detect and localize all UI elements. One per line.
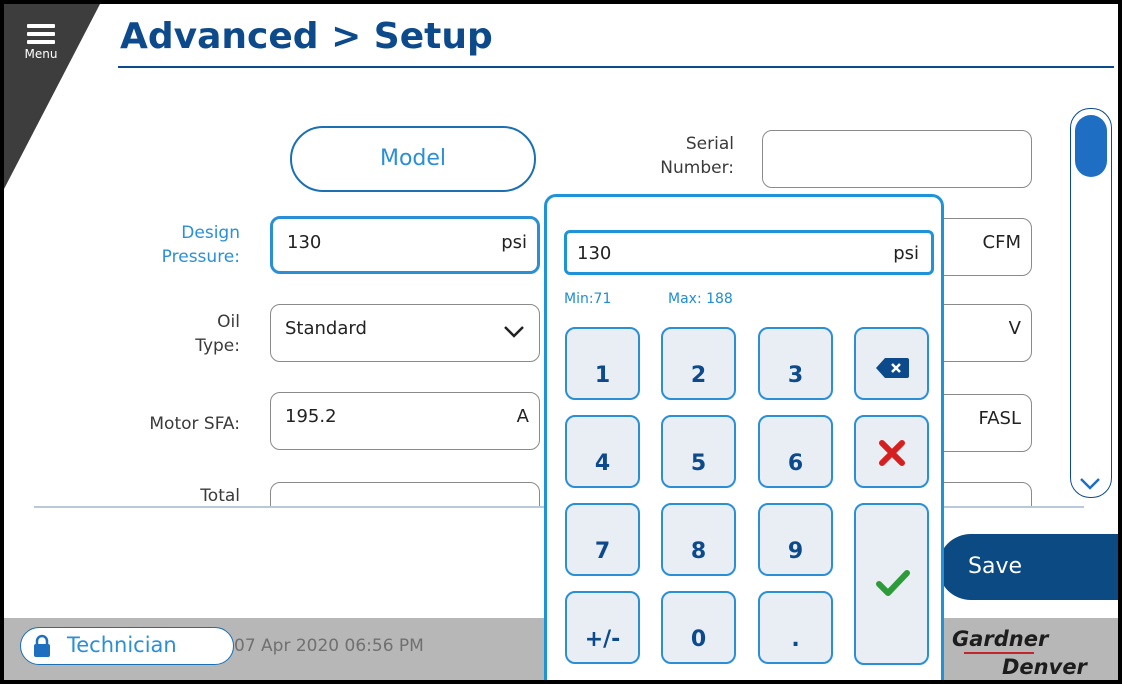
min-value: Min:71 <box>564 291 612 307</box>
key-decimal[interactable]: . <box>758 591 833 664</box>
scrollbar-thumb[interactable] <box>1075 115 1107 177</box>
key-4[interactable]: 4 <box>565 415 640 488</box>
total-field[interactable] <box>270 482 540 507</box>
key-7[interactable]: 7 <box>565 503 640 576</box>
motor-sfa-field[interactable]: 195.2 A <box>270 392 540 450</box>
total-label: Total <box>200 486 240 506</box>
key-9[interactable]: 9 <box>758 503 833 576</box>
key-8[interactable]: 8 <box>661 503 736 576</box>
serial-number-field[interactable] <box>762 130 1032 188</box>
key-2[interactable]: 2 <box>661 327 736 400</box>
key-plus-minus[interactable]: +/- <box>565 591 640 664</box>
menu-label: Menu <box>24 47 58 61</box>
menu-button[interactable]: Menu <box>14 20 68 76</box>
keypad-input[interactable]: 130 psi <box>564 230 934 275</box>
confirm-key[interactable] <box>854 503 929 665</box>
design-pressure-label: Design Pressure: <box>161 223 240 267</box>
user-role-label: Technician <box>67 633 177 657</box>
design-pressure-field[interactable]: 130 psi <box>270 216 540 274</box>
user-role-badge[interactable]: Technician <box>20 627 234 665</box>
oil-type-select[interactable]: Standard <box>270 304 540 362</box>
scroll-down-icon[interactable] <box>1079 477 1101 491</box>
page-title: Advanced > Setup <box>120 16 493 57</box>
oil-type-label: Oil Type: <box>195 312 240 356</box>
motor-sfa-label: Motor SFA: <box>149 414 240 434</box>
hamburger-icon <box>14 24 68 44</box>
save-button[interactable]: Save <box>938 534 1118 600</box>
serial-number-label: Serial Number: <box>660 134 734 178</box>
key-1[interactable]: 1 <box>565 327 640 400</box>
backspace-icon <box>876 358 909 378</box>
key-6[interactable]: 6 <box>758 415 833 488</box>
cancel-key[interactable] <box>854 415 929 488</box>
key-5[interactable]: 5 <box>661 415 736 488</box>
datetime: 07 Apr 2020 06:56 PM <box>234 636 424 656</box>
scrollbar[interactable] <box>1070 108 1112 498</box>
checkmark-icon <box>876 570 910 596</box>
screen: Menu Advanced > Setup Model Serial Numbe… <box>4 4 1118 680</box>
key-0[interactable]: 0 <box>661 591 736 664</box>
max-value: Max: 188 <box>668 291 733 307</box>
close-icon <box>879 440 905 466</box>
numeric-keypad: 130 psi Min:71 Max: 188 1 2 3 4 5 6 7 8 … <box>544 194 944 680</box>
backspace-key[interactable] <box>854 327 929 400</box>
key-3[interactable]: 3 <box>758 327 833 400</box>
model-button[interactable]: Model <box>290 126 536 192</box>
chevron-down-icon <box>504 326 524 338</box>
gardner-denver-logo: Gardner Denver <box>952 627 1087 679</box>
lock-icon <box>34 634 50 657</box>
title-underline <box>118 66 1114 68</box>
